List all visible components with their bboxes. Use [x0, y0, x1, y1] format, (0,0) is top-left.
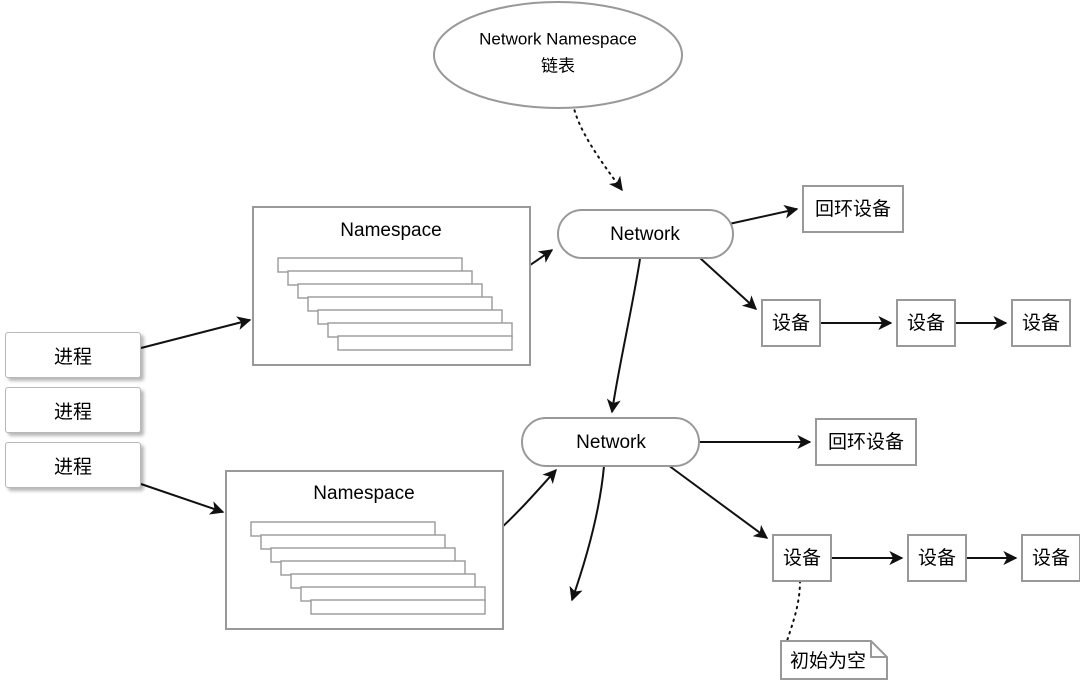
edge-network-top-to-network-bottom — [606, 258, 641, 414]
diagram-canvas: Network Namespace 链表 Namespace Namespace — [140, 1, 1080, 680]
process-3-node[interactable]: 进程 — [5, 442, 141, 488]
edge-namespace-list-to-network-top — [572, 103, 623, 192]
network-namespace-list-node[interactable]: Network Namespace 链表 — [433, 1, 683, 109]
loopback-top-node[interactable]: 回环设备 — [802, 185, 904, 233]
device-bottom-2-label: 设备 — [918, 547, 956, 569]
device-top-1-label: 设备 — [772, 312, 810, 334]
namespace-bottom-label: Namespace — [313, 483, 414, 504]
loopback-bottom-label: 回环设备 — [828, 431, 904, 453]
device-bottom-1-label: 设备 — [783, 547, 821, 569]
edge-network-bottom-to-device-bottom-1 — [667, 464, 769, 539]
device-top-2-label: 设备 — [907, 312, 945, 334]
edge-process1-to-namespace-top — [140, 316, 252, 349]
namespace-top-label: Namespace — [340, 220, 441, 241]
note-initially-empty-node[interactable]: 初始为空 — [780, 640, 888, 680]
network-top-label: Network — [610, 224, 680, 245]
process-1-label: 进程 — [53, 346, 92, 368]
edge-network-bottom-down — [569, 465, 605, 602]
edge-network-top-to-loopback-top — [728, 204, 799, 225]
namespace-bottom-node[interactable]: Namespace — [225, 470, 504, 630]
process-3-label: 进程 — [53, 456, 92, 478]
network-namespace-list-label-line1: Network Namespace — [479, 29, 637, 48]
device-top-3-label: 设备 — [1022, 312, 1060, 334]
device-bottom-3-label: 设备 — [1032, 547, 1070, 569]
device-top-2-node[interactable]: 设备 — [896, 299, 956, 347]
network-bottom-label: Network — [576, 432, 646, 453]
network-namespace-list-label-line2: 链表 — [541, 56, 575, 75]
device-top-3-node[interactable]: 设备 — [1011, 299, 1071, 347]
network-top-node[interactable]: Network — [557, 209, 734, 259]
loopback-top-label: 回环设备 — [815, 198, 891, 220]
edge-process3-to-namespace-bottom — [140, 483, 225, 515]
device-bottom-1-node[interactable]: 设备 — [772, 534, 832, 582]
process-2-label: 进程 — [53, 401, 92, 423]
process-1-node[interactable]: 进程 — [5, 332, 141, 378]
network-bottom-node[interactable]: Network — [521, 417, 700, 467]
device-top-1-node[interactable]: 设备 — [761, 299, 821, 347]
process-2-node[interactable]: 进程 — [5, 387, 141, 433]
network-namespace-diagram: Network Namespace 链表 Namespace Namespace — [0, 0, 1080, 681]
namespace-top-node[interactable]: Namespace — [252, 206, 531, 366]
edge-device-bottom-1-to-note — [786, 580, 801, 642]
edge-network-top-to-device-top-1 — [699, 257, 758, 310]
device-bottom-2-node[interactable]: 设备 — [907, 534, 967, 582]
loopback-bottom-node[interactable]: 回环设备 — [815, 418, 917, 466]
note-initially-empty-label: 初始为空 — [790, 650, 866, 672]
device-bottom-3-node[interactable]: 设备 — [1021, 534, 1080, 582]
